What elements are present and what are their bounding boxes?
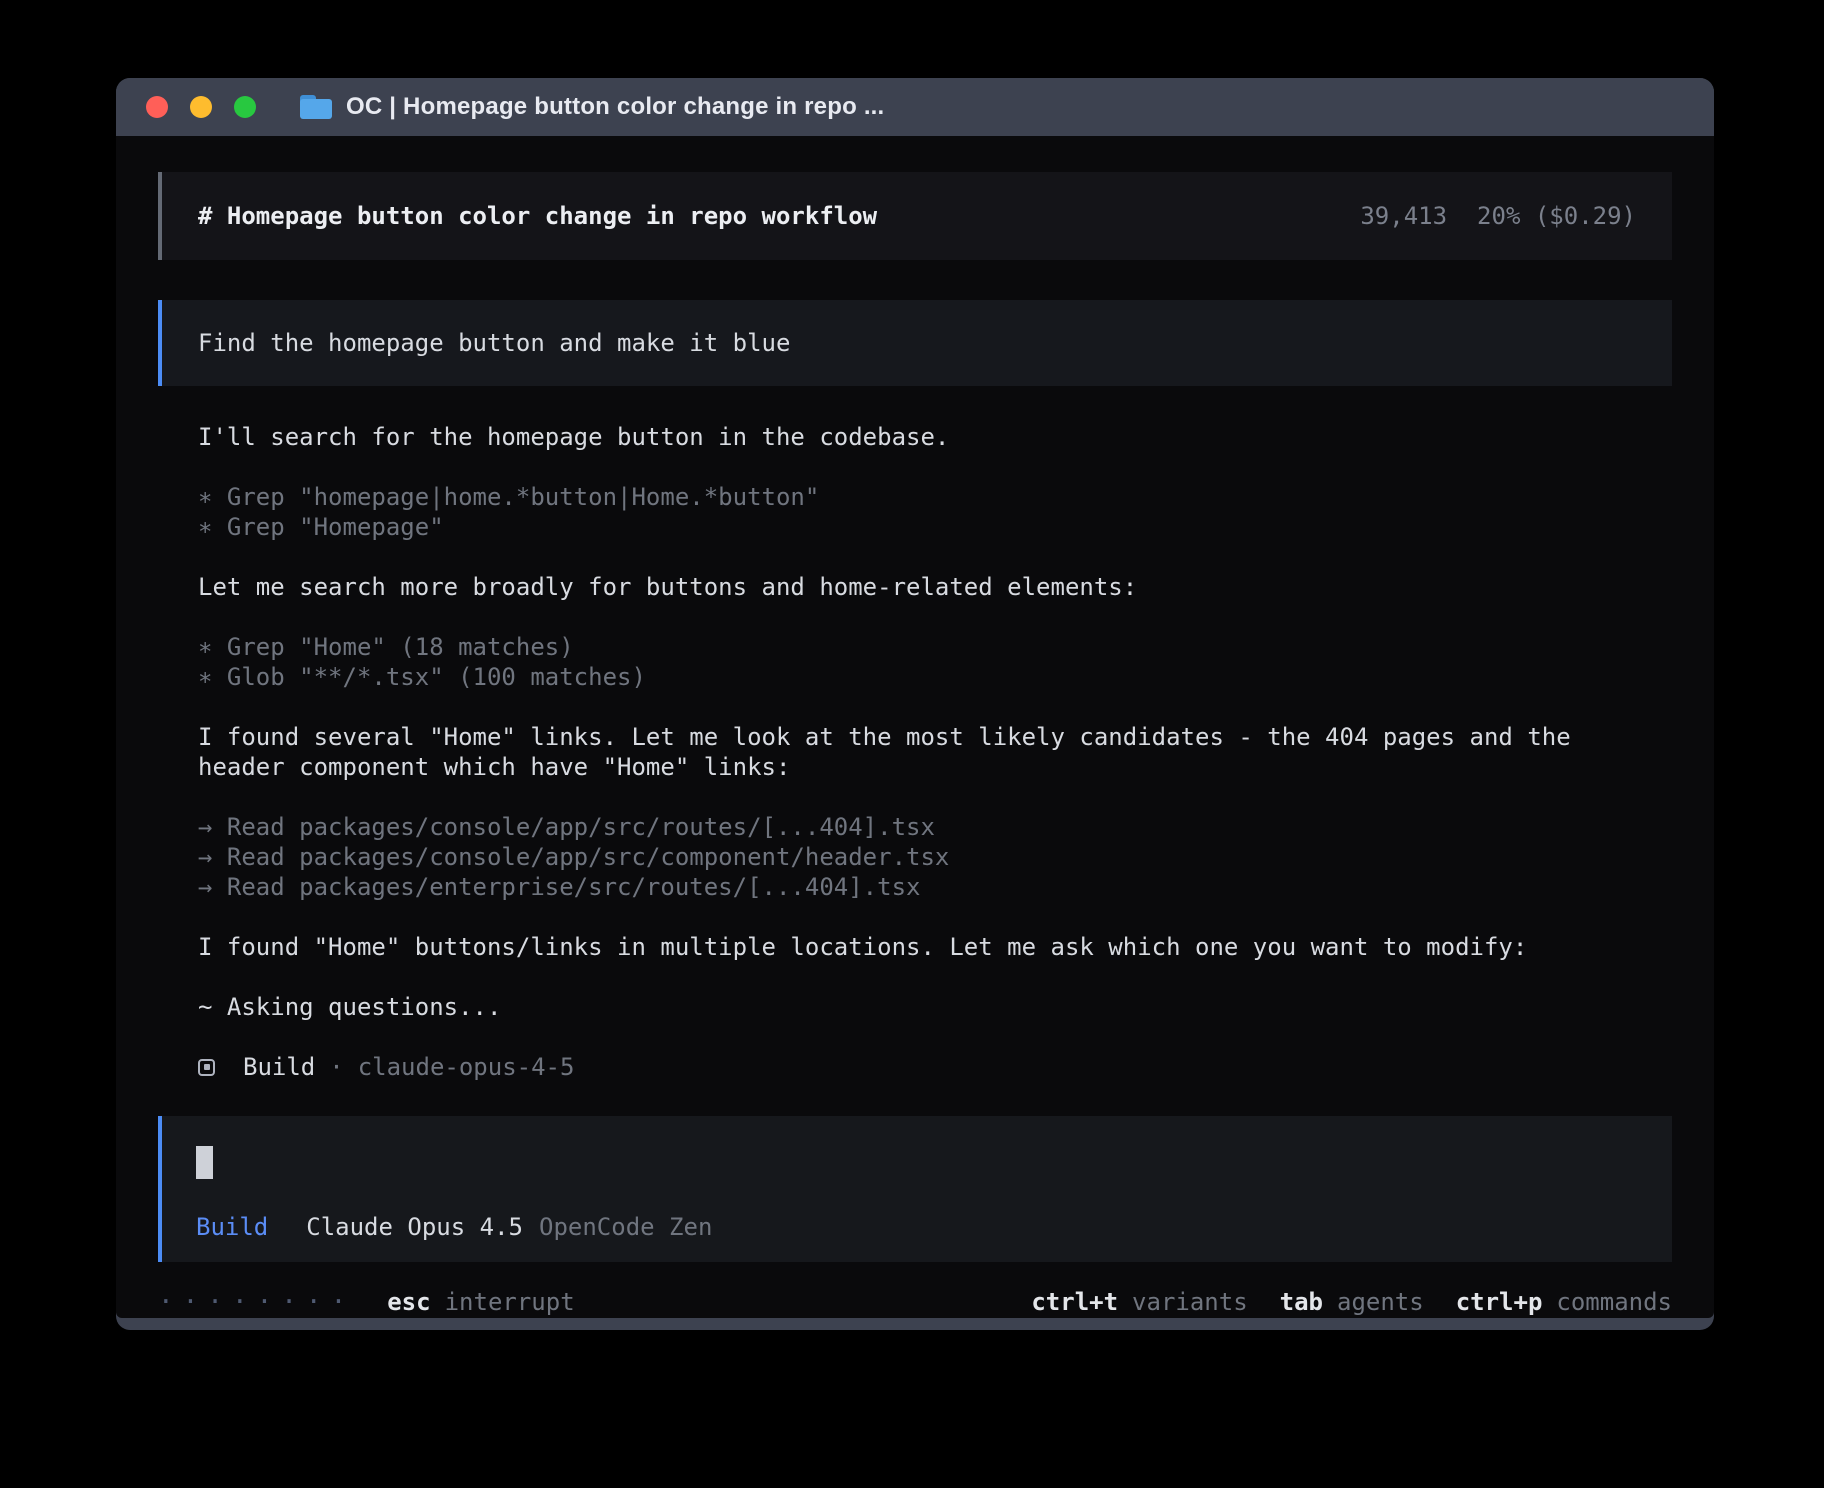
label-commands: commands <box>1556 1288 1672 1316</box>
tool-line-read: → Read packages/console/app/src/componen… <box>198 842 1626 872</box>
shortcut-commands: ctrl+p commands <box>1456 1288 1672 1316</box>
traffic-lights <box>146 96 256 118</box>
statusbar: ········ esc interrupt ctrl+t variants t… <box>158 1282 1672 1322</box>
assistant-text: Let me search more broadly for buttons a… <box>198 572 1626 602</box>
tool-calls-group: ∗ Grep "homepage|home.*button|Home.*butt… <box>198 482 1626 542</box>
close-button[interactable] <box>146 96 168 118</box>
agent-separator: · <box>329 1052 343 1082</box>
tool-line-read: → Read packages/enterprise/src/routes/[.… <box>198 872 1626 902</box>
label-agents: agents <box>1337 1288 1424 1316</box>
key-ctrl-p: ctrl+p <box>1456 1288 1543 1316</box>
esc-key-hint: esc <box>387 1288 430 1316</box>
spinner-dots: ········ <box>158 1287 355 1317</box>
tool-line-grep: ∗ Grep "homepage|home.*button|Home.*butt… <box>198 482 1626 512</box>
session-title: # Homepage button color change in repo w… <box>198 202 877 230</box>
key-tab: tab <box>1280 1288 1323 1316</box>
folder-icon <box>300 95 332 119</box>
tool-calls-group: → Read packages/console/app/src/routes/[… <box>198 812 1626 902</box>
agent-model: claude-opus-4-5 <box>358 1052 575 1082</box>
status-text: ~ Asking questions... <box>198 992 1626 1022</box>
agent-name: Build <box>243 1052 315 1082</box>
assistant-text: I found several "Home" links. Let me loo… <box>198 722 1626 782</box>
text-cursor <box>196 1146 213 1179</box>
provider-label: OpenCode Zen <box>539 1212 712 1242</box>
agent-build-icon <box>198 1059 215 1076</box>
shortcut-agents: tab agents <box>1280 1288 1424 1316</box>
esc-key-label: interrupt <box>445 1288 575 1316</box>
tool-line-glob: ∗ Glob "**/*.tsx" (100 matches) <box>198 662 1626 692</box>
zoom-button[interactable] <box>234 96 256 118</box>
assistant-text: I found "Home" buttons/links in multiple… <box>198 932 1626 962</box>
prompt-input[interactable]: Build Claude Opus 4.5 OpenCode Zen <box>158 1116 1672 1262</box>
user-message: Find the homepage button and make it blu… <box>158 300 1672 386</box>
tool-line-grep: ∗ Grep "Home" (18 matches) <box>198 632 1626 662</box>
context-cost: 20% ($0.29) <box>1477 202 1636 230</box>
statusbar-right: ctrl+t variants tab agents ctrl+p comman… <box>999 1288 1672 1316</box>
mode-label: Build <box>196 1212 268 1242</box>
model-label: Claude Opus 4.5 <box>306 1212 523 1242</box>
label-variants: variants <box>1132 1288 1248 1316</box>
terminal-window: OC | Homepage button color change in rep… <box>116 78 1714 1330</box>
user-message-text: Find the homepage button and make it blu… <box>198 329 790 357</box>
session-stats: 39,413 20% ($0.29) <box>1360 202 1636 230</box>
key-ctrl-t: ctrl+t <box>1031 1288 1118 1316</box>
input-meta: Build Claude Opus 4.5 OpenCode Zen <box>196 1212 1672 1242</box>
tool-line-read: → Read packages/console/app/src/routes/[… <box>198 812 1626 842</box>
agent-row: Build · claude-opus-4-5 <box>198 1052 1626 1082</box>
tool-line-grep: ∗ Grep "Homepage" <box>198 512 1626 542</box>
tool-calls-group: ∗ Grep "Home" (18 matches) ∗ Glob "**/*.… <box>198 632 1626 692</box>
window-titlebar[interactable]: OC | Homepage button color change in rep… <box>116 78 1714 136</box>
assistant-text: I'll search for the homepage button in t… <box>198 422 1626 452</box>
window-title: OC | Homepage button color change in rep… <box>346 93 884 121</box>
terminal-body: # Homepage button color change in repo w… <box>116 136 1714 1318</box>
token-count: 39,413 <box>1360 202 1447 230</box>
session-header: # Homepage button color change in repo w… <box>158 172 1672 260</box>
statusbar-left: ········ esc interrupt <box>158 1287 575 1317</box>
conversation: I'll search for the homepage button in t… <box>198 422 1626 1082</box>
shortcut-variants: ctrl+t variants <box>1031 1288 1247 1316</box>
minimize-button[interactable] <box>190 96 212 118</box>
